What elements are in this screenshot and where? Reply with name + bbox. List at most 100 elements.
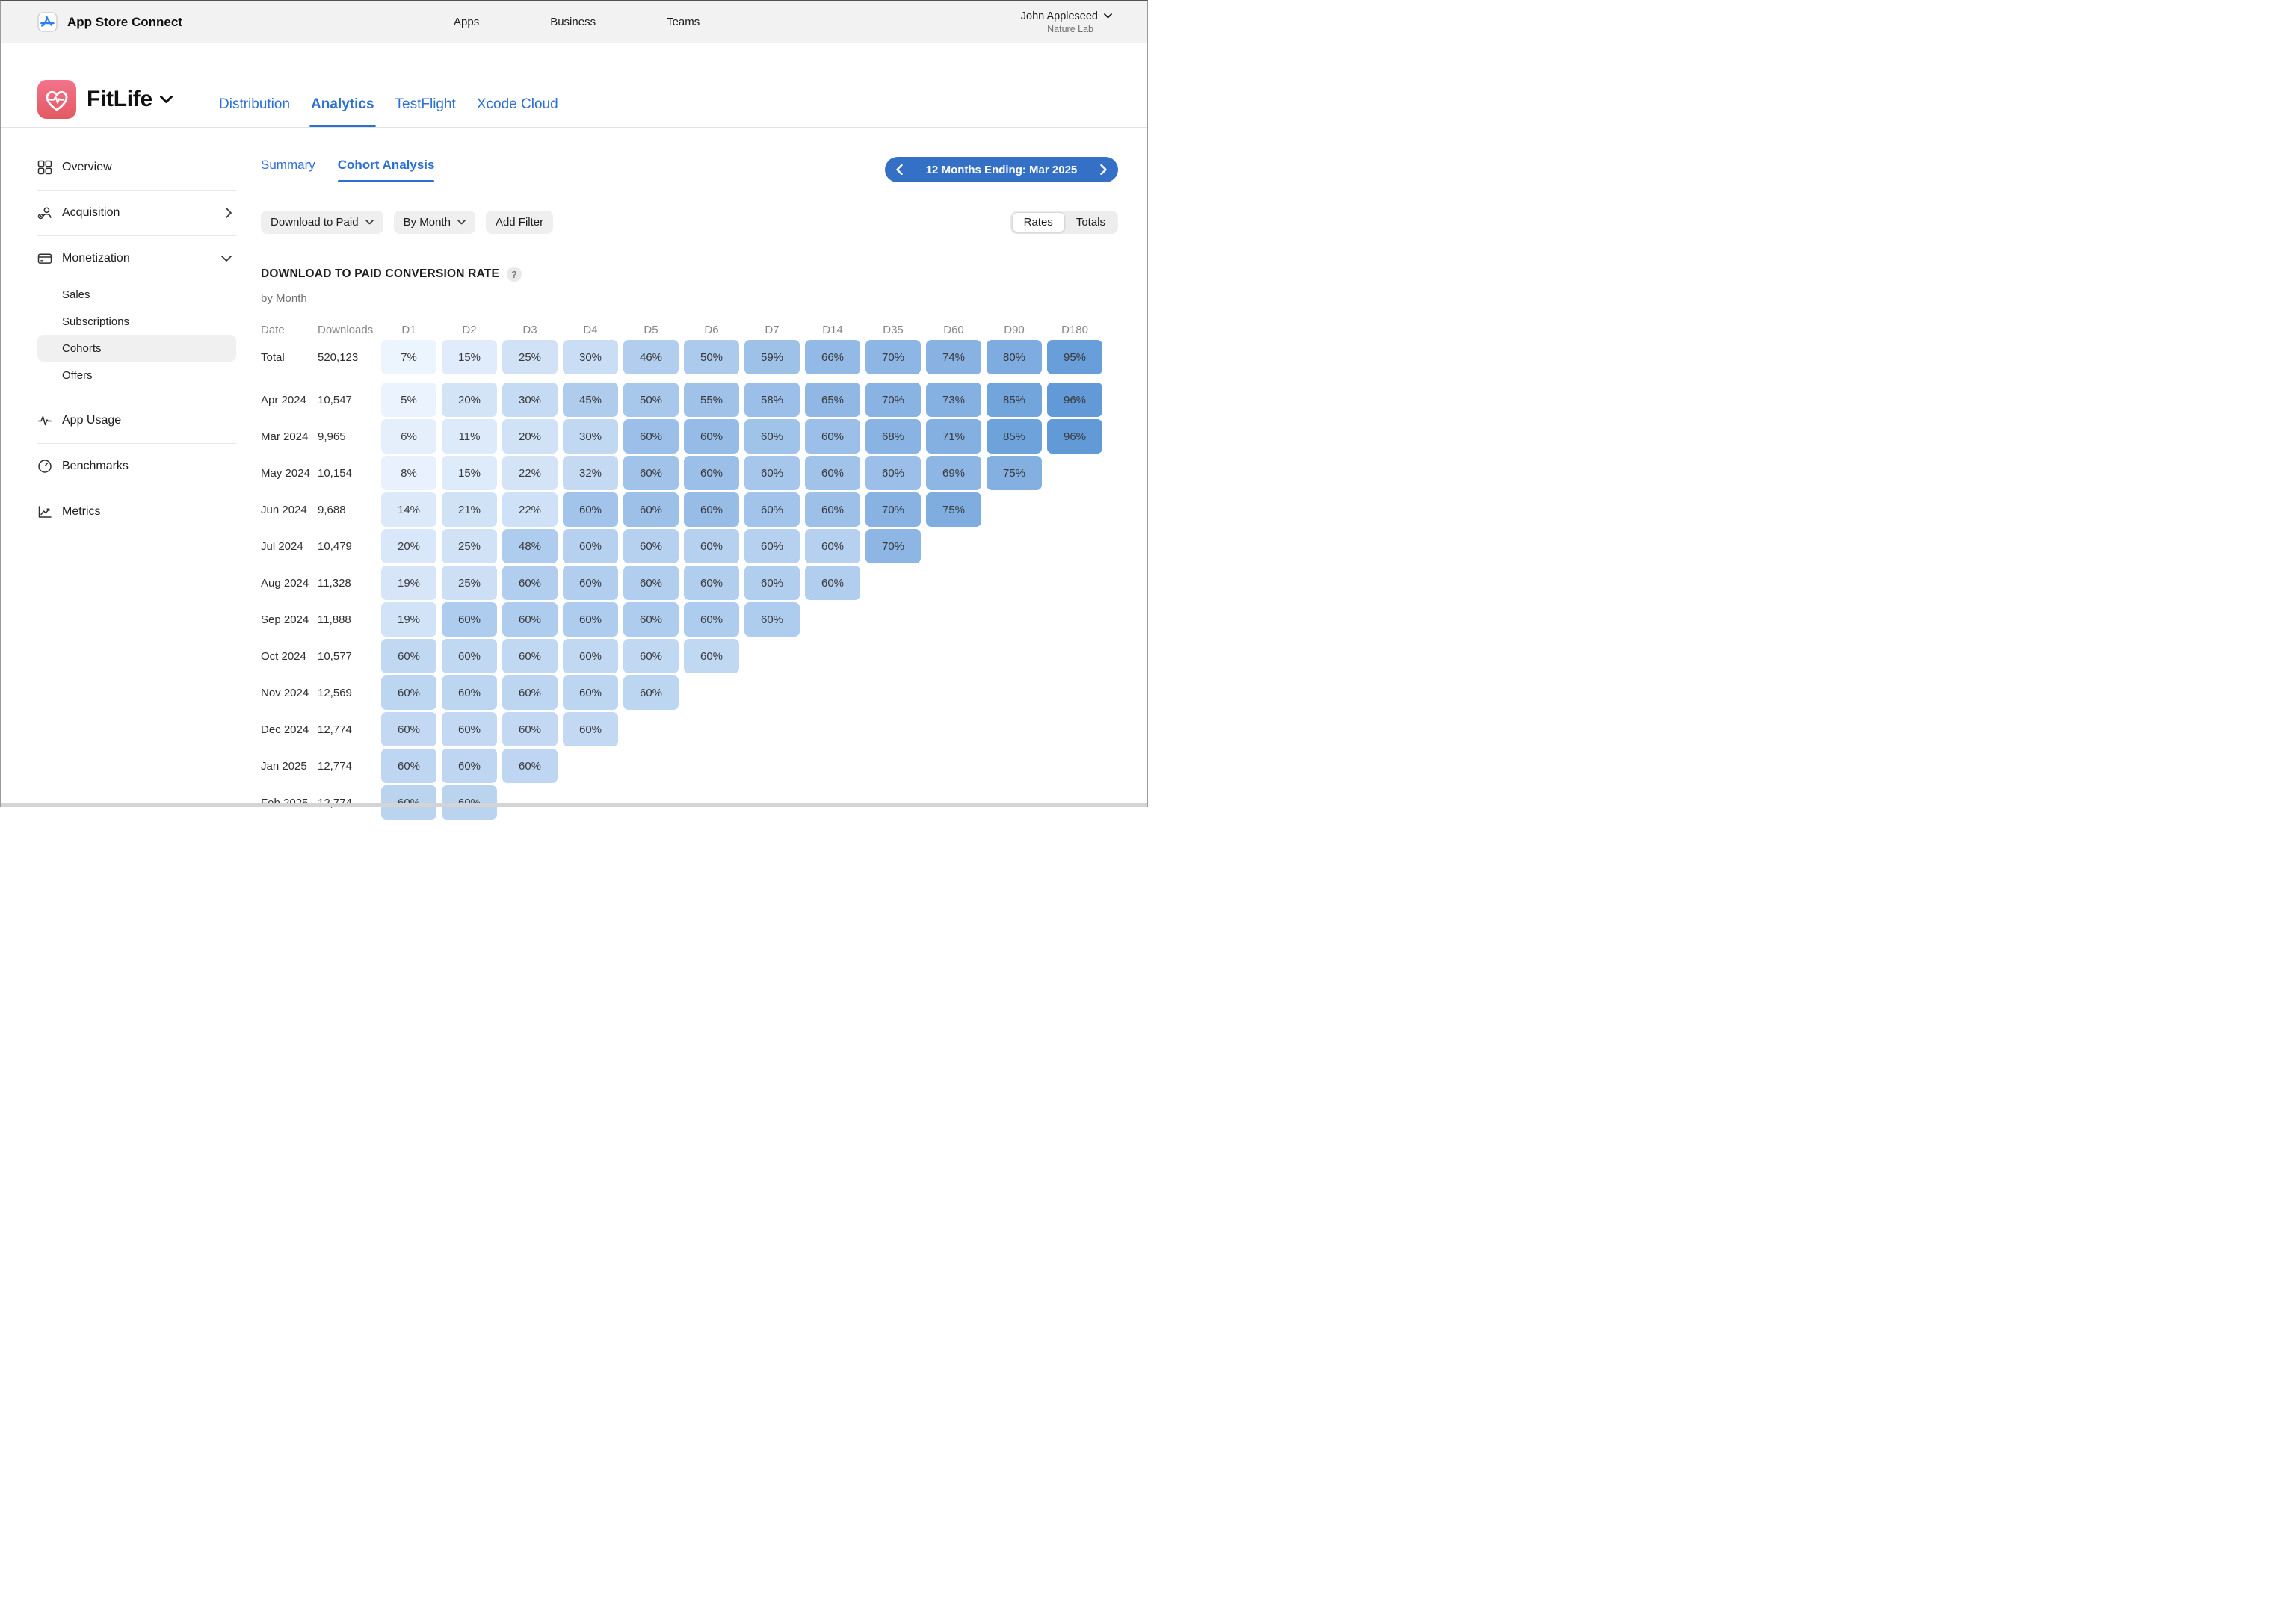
cohort-table-header: DateDownloadsD1D2D3D4D5D6D7D14D35D60D90D… bbox=[261, 321, 1108, 338]
topbar-nav: Apps Business Teams bbox=[454, 1, 700, 43]
sidebar-item-benchmarks[interactable]: Benchmarks bbox=[37, 453, 236, 480]
sidebar-divider bbox=[37, 235, 236, 236]
heat-cell: 60% bbox=[744, 566, 800, 600]
section-subtitle: by Month bbox=[261, 292, 307, 305]
sidebar-item-subscriptions[interactable]: Subscriptions bbox=[37, 308, 236, 335]
cohort-row: Aug 202411,32819%25%60%60%60%60%60%60% bbox=[261, 566, 1108, 600]
sidebar-item-monetization[interactable]: Monetization bbox=[37, 245, 236, 272]
sidebar-item-sales[interactable]: Sales bbox=[37, 281, 236, 308]
heat-cell: 60% bbox=[442, 675, 497, 710]
cohort-row: Mar 20249,9656%11%20%30%60%60%60%60%68%7… bbox=[261, 419, 1108, 454]
heat-cell: 60% bbox=[563, 492, 618, 527]
column-header-d14: D14 bbox=[805, 324, 860, 336]
heat-cell: 60% bbox=[684, 639, 739, 673]
cohort-date: May 2024 bbox=[261, 456, 318, 490]
heat-cell: 45% bbox=[563, 383, 618, 417]
chevron-down-icon bbox=[221, 256, 232, 262]
chevron-down-icon bbox=[1104, 13, 1112, 19]
user-menu[interactable]: John Appleseed Nature Lab bbox=[1021, 1, 1112, 43]
cohort-date: Oct 2024 bbox=[261, 639, 318, 673]
tab-testflight[interactable]: TestFlight bbox=[395, 96, 456, 127]
heat-cell: 60% bbox=[442, 639, 497, 673]
heat-cell: 60% bbox=[563, 566, 618, 600]
app-store-connect-link[interactable]: App Store Connect bbox=[37, 1, 182, 43]
sidebar-item-metrics[interactable]: Metrics bbox=[37, 498, 236, 525]
column-header-d2: D2 bbox=[442, 324, 497, 336]
cohort-downloads: 9,688 bbox=[318, 492, 381, 527]
heat-cell: 71% bbox=[926, 419, 981, 454]
heat-cell: 32% bbox=[563, 456, 618, 490]
interval-dropdown[interactable]: By Month bbox=[394, 211, 475, 234]
heat-cell: 30% bbox=[563, 419, 618, 454]
heat-cell: 69% bbox=[926, 456, 981, 490]
tab-distribution[interactable]: Distribution bbox=[219, 96, 290, 127]
heat-cell: 20% bbox=[442, 383, 497, 417]
app-switcher[interactable]: FitLife bbox=[87, 87, 173, 112]
tab-analytics[interactable]: Analytics bbox=[311, 96, 374, 127]
heat-cell: 68% bbox=[865, 419, 921, 454]
tab-summary[interactable]: Summary bbox=[261, 158, 315, 173]
nav-teams[interactable]: Teams bbox=[667, 16, 700, 28]
heat-cell: 60% bbox=[684, 419, 739, 454]
heat-cell: 6% bbox=[381, 419, 436, 454]
sidebar-item-acquisition[interactable]: Acquisition bbox=[37, 200, 236, 226]
tab-cohort-analysis[interactable]: Cohort Analysis bbox=[338, 158, 435, 173]
heat-cell: 60% bbox=[684, 529, 739, 563]
heat-cell: 50% bbox=[684, 340, 739, 374]
app-header-tabs: Distribution Analytics TestFlight Xcode … bbox=[219, 96, 558, 127]
heat-cell: 11% bbox=[442, 419, 497, 454]
fitlife-app-icon bbox=[37, 80, 76, 119]
column-header-d7: D7 bbox=[744, 324, 800, 336]
heat-cell: 60% bbox=[563, 602, 618, 637]
cohort-date: Total bbox=[261, 340, 318, 374]
heat-cell: 60% bbox=[563, 639, 618, 673]
heat-cell: 30% bbox=[563, 340, 618, 374]
nav-business[interactable]: Business bbox=[550, 16, 596, 28]
cohort-row: Sep 202411,88819%60%60%60%60%60%60% bbox=[261, 602, 1108, 637]
toggle-option-totals[interactable]: Totals bbox=[1065, 212, 1117, 232]
cohort-row: Apr 202410,5475%20%30%45%50%55%58%65%70%… bbox=[261, 383, 1108, 417]
cohort-downloads: 10,547 bbox=[318, 383, 381, 417]
chevron-down-icon bbox=[457, 220, 466, 225]
help-icon[interactable]: ? bbox=[507, 267, 522, 282]
sidebar-item-label: Metrics bbox=[62, 505, 101, 519]
cohort-row: Nov 202412,56960%60%60%60%60% bbox=[261, 675, 1108, 710]
cohort-row: Dec 202412,77460%60%60%60% bbox=[261, 712, 1108, 746]
tab-xcode-cloud[interactable]: Xcode Cloud bbox=[477, 96, 558, 127]
topbar: App Store Connect Apps Business Teams Jo… bbox=[0, 1, 1148, 43]
heat-cell: 70% bbox=[865, 340, 921, 374]
cohort-date: Jun 2024 bbox=[261, 492, 318, 527]
sidebar-item-cohorts[interactable]: Cohorts bbox=[37, 335, 236, 362]
heat-cell: 60% bbox=[865, 456, 921, 490]
nav-apps[interactable]: Apps bbox=[454, 16, 479, 28]
heat-cell: 20% bbox=[381, 529, 436, 563]
heat-cell: 60% bbox=[684, 456, 739, 490]
sidebar-item-overview[interactable]: Overview bbox=[37, 154, 236, 181]
heat-cell: 22% bbox=[502, 456, 558, 490]
heat-cell: 15% bbox=[442, 340, 497, 374]
chevron-right-icon bbox=[226, 208, 232, 218]
toggle-option-rates[interactable]: Rates bbox=[1012, 212, 1065, 232]
app-name: FitLife bbox=[87, 87, 152, 112]
sidebar-item-app-usage[interactable]: App Usage bbox=[37, 407, 236, 434]
date-range-pager[interactable]: 12 Months Ending: Mar 2025 bbox=[885, 157, 1118, 182]
pager-previous-button[interactable] bbox=[896, 164, 903, 175]
sidebar-item-label: Benchmarks bbox=[62, 460, 129, 473]
cohort-date: Apr 2024 bbox=[261, 383, 318, 417]
heat-cell: 60% bbox=[805, 566, 860, 600]
heat-cell: 60% bbox=[502, 749, 558, 783]
column-header-d35: D35 bbox=[865, 324, 921, 336]
metric-dropdown[interactable]: Download to Paid bbox=[261, 211, 383, 234]
heat-cell: 50% bbox=[623, 383, 679, 417]
cohort-row: Jul 202410,47920%25%48%60%60%60%60%60%70… bbox=[261, 529, 1108, 563]
add-filter-button[interactable]: Add Filter bbox=[486, 211, 553, 234]
heat-cell: 60% bbox=[744, 492, 800, 527]
cohort-date: Aug 2024 bbox=[261, 566, 318, 600]
cohort-downloads: 10,154 bbox=[318, 456, 381, 490]
sidebar-item-offers[interactable]: Offers bbox=[37, 362, 236, 389]
heat-cell: 85% bbox=[987, 419, 1042, 454]
topbar-title: App Store Connect bbox=[67, 15, 182, 30]
pager-next-button[interactable] bbox=[1100, 164, 1107, 175]
heat-cell: 22% bbox=[502, 492, 558, 527]
cohort-date: Mar 2024 bbox=[261, 419, 318, 454]
